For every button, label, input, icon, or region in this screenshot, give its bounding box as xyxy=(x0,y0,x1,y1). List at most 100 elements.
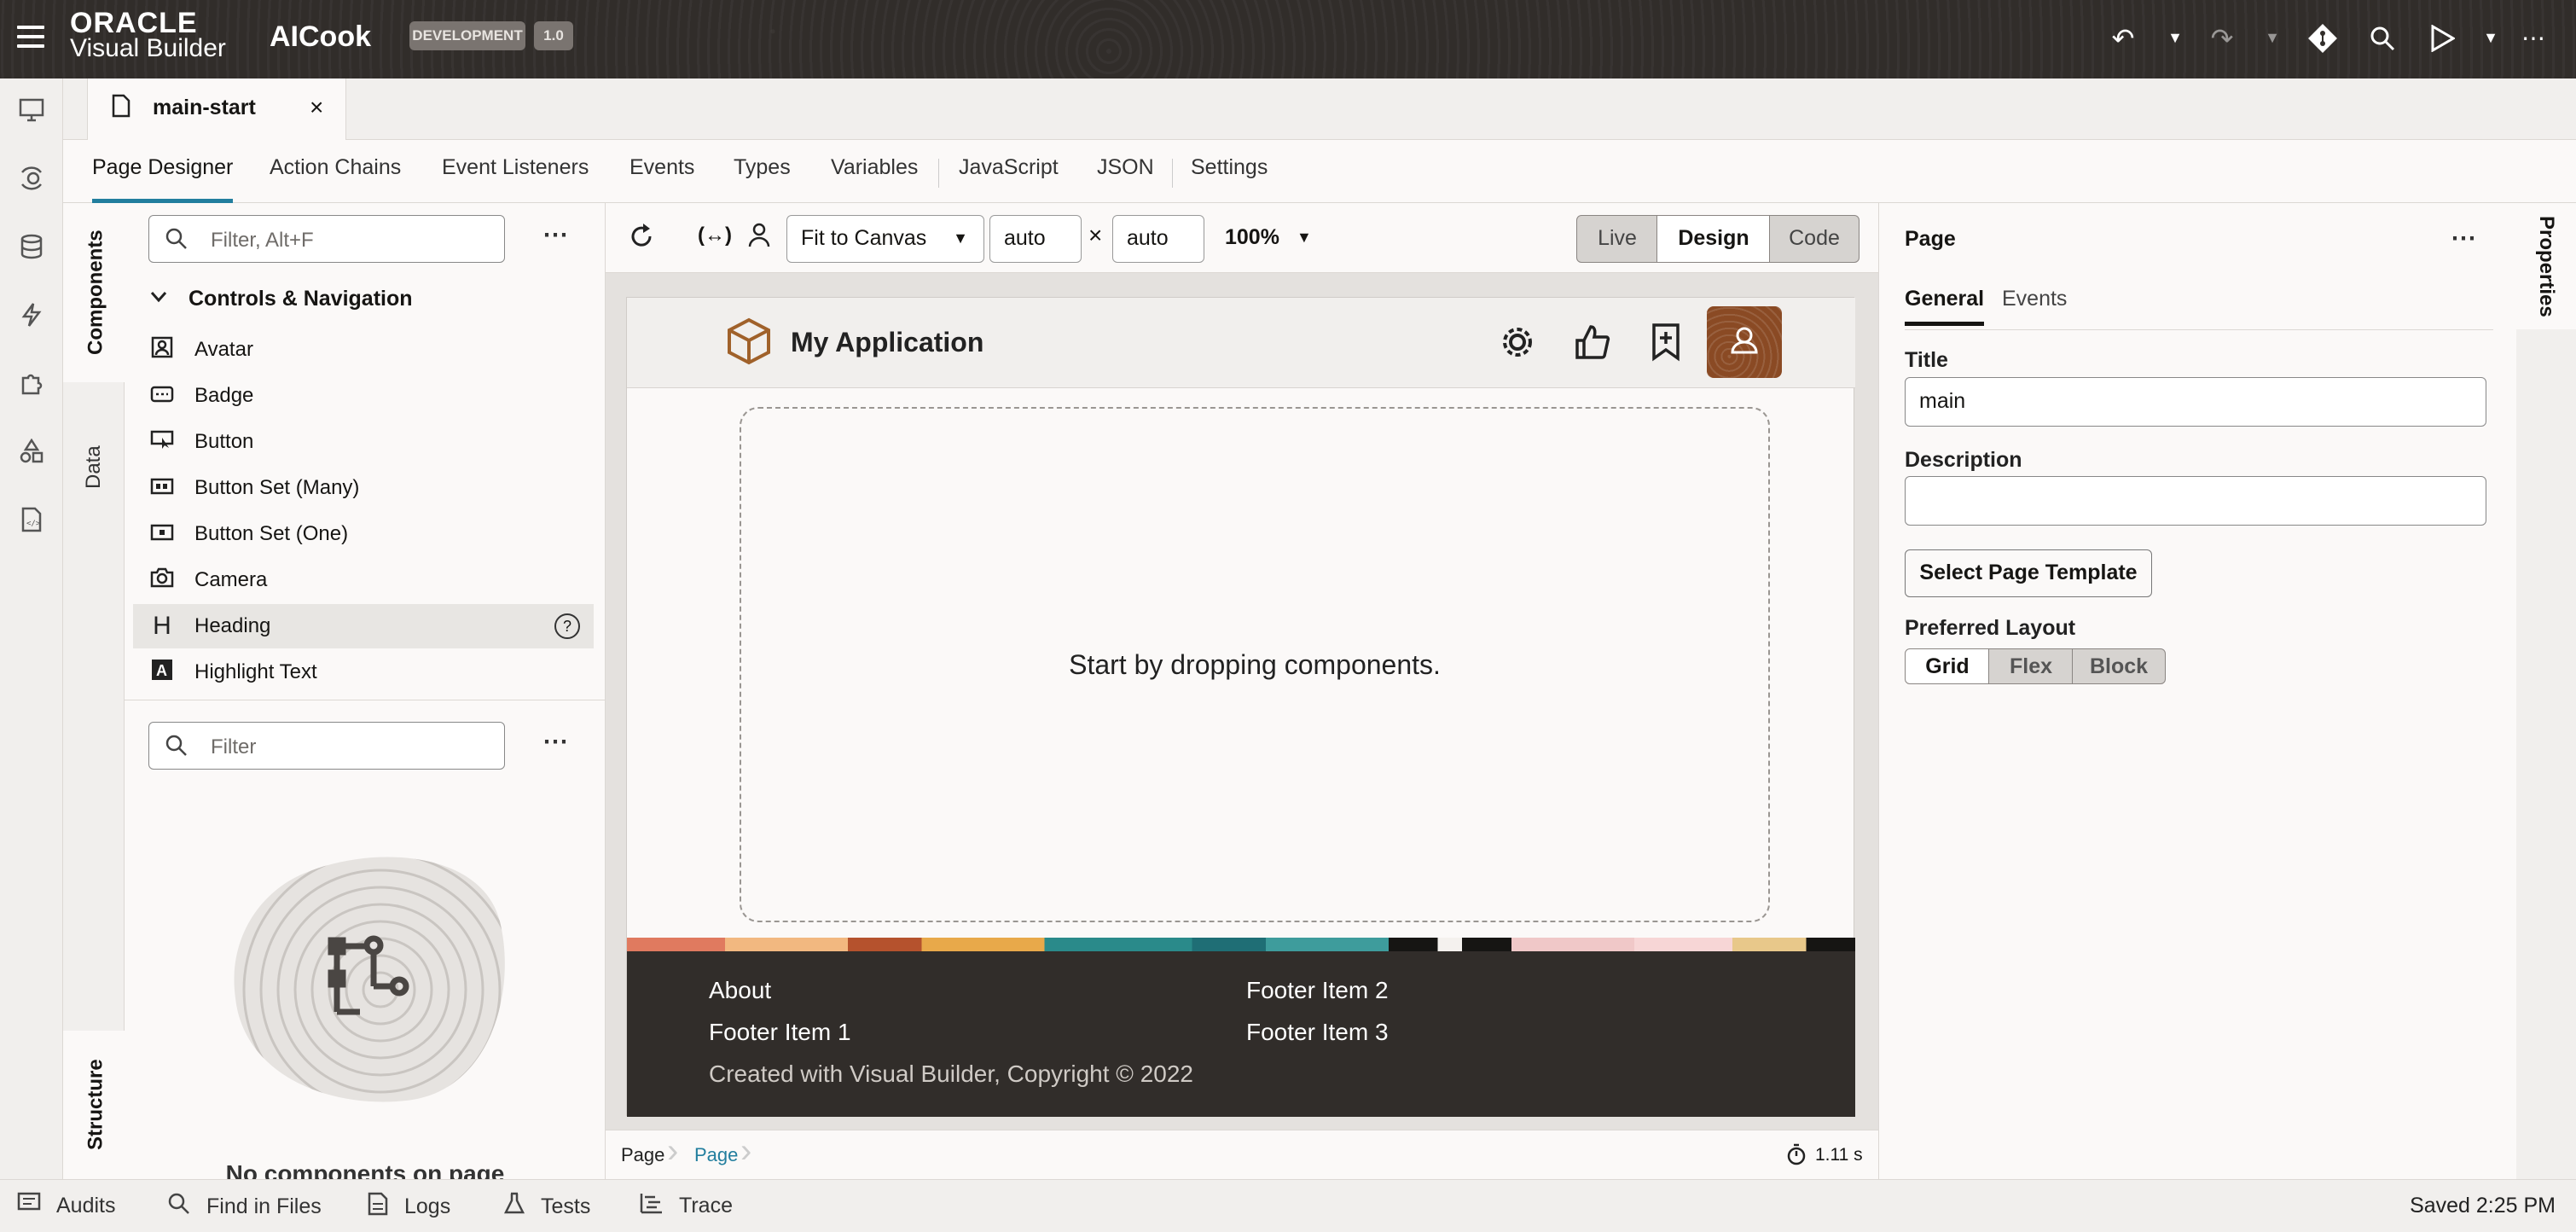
footer-link-item2[interactable]: Footer Item 2 xyxy=(1246,977,1389,1004)
tests-button[interactable]: Tests xyxy=(503,1192,590,1222)
canvas-toolbar: (↔) Fit to Canvas ▼ auto × auto 100% ▼ L… xyxy=(606,203,1878,273)
title-label: Title xyxy=(1905,348,1948,372)
settings-gear-icon[interactable] xyxy=(1494,318,1541,366)
footer-link-item1[interactable]: Footer Item 1 xyxy=(709,1019,851,1046)
run-dropdown-icon[interactable]: ▼ xyxy=(2480,20,2501,55)
footer-link-item3[interactable]: Footer Item 3 xyxy=(1246,1019,1389,1046)
more-options-icon[interactable]: ⋯ xyxy=(2515,19,2554,58)
properties-more-icon[interactable]: ⋯ xyxy=(2451,224,2478,253)
structure-filter-input[interactable]: Filter xyxy=(148,722,505,770)
user-avatar[interactable] xyxy=(1707,306,1782,378)
audits-button[interactable]: Audits xyxy=(17,1192,115,1220)
dimension-times: × xyxy=(1088,222,1103,248)
structure-more-icon[interactable]: ⋯ xyxy=(542,727,570,757)
side-tab-components[interactable]: Components xyxy=(63,203,125,382)
tab-javascript[interactable]: JavaScript xyxy=(959,155,1059,203)
component-heading[interactable]: H Heading ? xyxy=(133,604,594,648)
component-label: Badge xyxy=(194,384,254,407)
source-files-icon[interactable]: </> xyxy=(15,503,48,536)
drop-zone[interactable]: Start by dropping components. xyxy=(740,407,1770,922)
height-input[interactable]: auto xyxy=(1112,215,1204,263)
chevron-down-icon: ▼ xyxy=(953,230,968,247)
side-tab-structure[interactable]: Structure xyxy=(63,1031,125,1179)
web-apps-icon[interactable] xyxy=(15,94,48,126)
run-icon[interactable] xyxy=(2422,19,2462,58)
thumbs-up-icon[interactable] xyxy=(1569,318,1616,366)
chevron-down-icon[interactable] xyxy=(150,288,167,308)
chevron-down-icon[interactable]: ▼ xyxy=(1297,229,1312,247)
user-role-icon[interactable] xyxy=(747,222,771,253)
bookmark-add-icon[interactable] xyxy=(1642,318,1690,366)
select-page-template-button[interactable]: Select Page Template xyxy=(1905,549,2152,597)
shapes-icon[interactable] xyxy=(15,435,48,468)
footer-link-about[interactable]: About xyxy=(709,977,771,1004)
component-highlight-text[interactable]: A Highlight Text xyxy=(133,650,594,694)
title-input[interactable]: main xyxy=(1905,377,2486,427)
audits-label: Audits xyxy=(56,1194,116,1217)
section-controls-navigation[interactable]: Controls & Navigation xyxy=(189,287,413,311)
breadcrumb-item-page-current[interactable]: Page xyxy=(694,1144,738,1166)
layout-flex-button[interactable]: Flex xyxy=(1988,648,2074,684)
tab-json[interactable]: JSON xyxy=(1097,155,1154,203)
save-status: Saved 2:25 PM xyxy=(2410,1194,2556,1217)
help-icon[interactable]: ? xyxy=(554,613,580,639)
tab-events[interactable]: Events xyxy=(629,155,694,203)
mode-design-button[interactable]: Design xyxy=(1656,215,1771,263)
layout-block-button[interactable]: Block xyxy=(2072,648,2166,684)
component-button-set-many[interactable]: Button Set (Many) xyxy=(133,466,594,510)
tab-events[interactable]: Events xyxy=(2002,287,2067,311)
left-side-tabs: Components Data Structure xyxy=(63,203,125,1179)
redo-dropdown-icon[interactable]: ▼ xyxy=(2262,20,2283,55)
component-avatar[interactable]: Avatar xyxy=(133,328,594,372)
breadcrumb-item-page[interactable]: Page xyxy=(621,1144,664,1166)
layout-grid-button[interactable]: Grid xyxy=(1905,648,1990,684)
heading-icon: H xyxy=(153,612,171,640)
mode-code-button[interactable]: Code xyxy=(1769,215,1859,263)
components-icon[interactable] xyxy=(15,367,48,399)
tab-general[interactable]: General xyxy=(1905,287,1985,326)
component-camera[interactable]: Camera xyxy=(133,558,594,602)
camera-icon xyxy=(145,567,179,594)
mode-live-button[interactable]: Live xyxy=(1576,215,1658,263)
trace-label: Trace xyxy=(679,1194,733,1217)
undo-dropdown-icon[interactable]: ▼ xyxy=(2165,20,2185,55)
tab-action-chains[interactable]: Action Chains xyxy=(270,155,401,203)
tab-settings[interactable]: Settings xyxy=(1191,155,1268,203)
side-tab-properties[interactable]: Properties xyxy=(2516,203,2576,329)
hamburger-menu-icon[interactable] xyxy=(17,26,44,51)
variables-toggle-icon[interactable]: (↔) xyxy=(698,224,732,247)
badge-icon xyxy=(145,383,179,410)
components-more-icon[interactable]: ⋯ xyxy=(542,220,570,250)
search-icon[interactable] xyxy=(2363,19,2402,58)
redo-icon[interactable]: ↷ xyxy=(2202,19,2242,58)
component-button[interactable]: Button xyxy=(133,420,594,464)
events-icon[interactable] xyxy=(15,299,48,331)
drop-hint-text: Start by dropping components. xyxy=(1069,649,1441,680)
business-objects-icon[interactable] xyxy=(15,230,48,263)
activity-rail: </> xyxy=(0,78,63,1179)
zoom-select[interactable]: 100% xyxy=(1225,225,1279,250)
components-filter-input[interactable]: Filter, Alt+F xyxy=(148,215,505,263)
find-in-files-button[interactable]: Find in Files xyxy=(167,1192,322,1222)
refresh-icon[interactable] xyxy=(628,222,655,255)
tab-event-listeners[interactable]: Event Listeners xyxy=(442,155,589,203)
preferred-layout-label: Preferred Layout xyxy=(1905,616,2076,640)
tab-variables[interactable]: Variables xyxy=(831,155,918,203)
description-input[interactable] xyxy=(1905,476,2486,526)
fit-to-canvas-select[interactable]: Fit to Canvas ▼ xyxy=(786,215,984,263)
services-icon[interactable] xyxy=(15,162,48,195)
logs-button[interactable]: Logs xyxy=(367,1192,450,1222)
side-tab-data[interactable]: Data xyxy=(63,382,125,553)
undo-icon[interactable]: ↶ xyxy=(2103,19,2143,58)
trace-button[interactable]: Trace xyxy=(640,1192,733,1220)
tab-types[interactable]: Types xyxy=(734,155,791,203)
page-preview[interactable]: My Application Start by dropping compone… xyxy=(626,297,1855,1117)
flask-icon xyxy=(503,1192,525,1222)
component-badge[interactable]: Badge xyxy=(133,374,594,418)
width-input[interactable]: auto xyxy=(989,215,1082,263)
close-tab-icon[interactable]: × xyxy=(310,94,323,121)
git-icon[interactable] xyxy=(2303,19,2342,58)
file-tab-main-start[interactable]: main-start × xyxy=(87,78,346,140)
tab-page-designer[interactable]: Page Designer xyxy=(92,155,234,203)
component-button-set-one[interactable]: Button Set (One) xyxy=(133,512,594,556)
